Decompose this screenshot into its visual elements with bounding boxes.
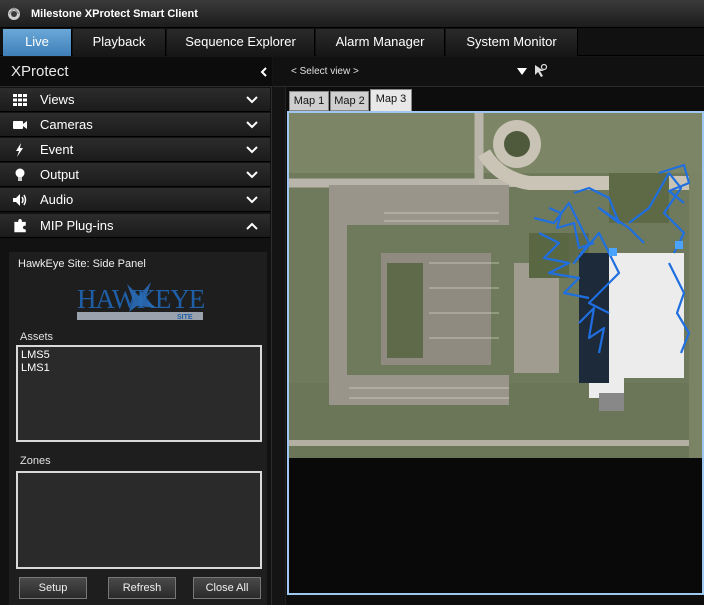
map-view[interactable] — [287, 111, 704, 595]
tab-alarm-manager[interactable]: Alarm Manager — [316, 29, 445, 56]
accordion-label: Views — [40, 92, 75, 107]
setup-mode-icon[interactable] — [532, 63, 548, 79]
close-all-button[interactable]: Close All — [193, 577, 261, 599]
tab-playback[interactable]: Playback — [73, 29, 166, 56]
view-workspace: < Select view > Map 1 Map 2 Map 3 — [273, 57, 704, 605]
tab-live[interactable]: Live — [3, 29, 72, 56]
main-tab-bar: Live Playback Sequence Explorer Alarm Ma… — [0, 28, 704, 56]
accordion-audio[interactable]: Audio — [0, 188, 270, 212]
setup-button[interactable]: Setup — [19, 577, 87, 599]
map-tab-2[interactable]: Map 2 — [330, 91, 369, 111]
assets-list[interactable]: LMS5 LMS1 — [16, 345, 262, 442]
app-logo-icon — [8, 7, 20, 20]
tab-sequence-explorer[interactable]: Sequence Explorer — [167, 29, 315, 56]
map-tab-1[interactable]: Map 1 — [289, 91, 329, 111]
zones-list[interactable] — [16, 471, 262, 569]
pane-header: XProtect — [0, 57, 272, 87]
accordion-cameras[interactable]: Cameras — [0, 113, 270, 137]
speaker-icon — [13, 194, 27, 206]
lightning-icon — [16, 143, 23, 157]
lightbulb-icon — [15, 168, 25, 181]
accordion-views[interactable]: Views — [0, 88, 270, 112]
view-toolbar: < Select view > — [273, 57, 704, 87]
chevron-up-icon — [246, 222, 258, 230]
refresh-button[interactable]: Refresh — [108, 577, 176, 599]
dropdown-arrow-icon[interactable] — [517, 68, 527, 75]
chevron-down-icon — [246, 121, 258, 129]
camera-icon — [13, 121, 27, 129]
chevron-down-icon — [246, 196, 258, 204]
accordion-output[interactable]: Output — [0, 163, 270, 187]
map-tab-3[interactable]: Map 3 — [370, 89, 412, 111]
map-tab-bar: Map 1 Map 2 Map 3 — [288, 89, 704, 111]
accordion-event[interactable]: Event — [0, 138, 270, 162]
accordion-mip-plugins[interactable]: MIP Plug-ins — [0, 214, 270, 238]
select-view-dropdown[interactable]: < Select view > — [291, 66, 359, 77]
accordion-label: MIP Plug-ins — [40, 218, 114, 233]
grid-icon — [13, 94, 27, 106]
accordion-label: Output — [40, 167, 80, 182]
satellite-map-image[interactable] — [289, 113, 702, 458]
tab-system-monitor[interactable]: System Monitor — [446, 29, 578, 56]
smart-client-window: Milestone XProtect Smart Client Live Pla… — [0, 0, 704, 605]
accordion-label: Event — [40, 142, 74, 157]
window-title: Milestone XProtect Smart Client — [31, 8, 198, 20]
left-pane: XProtect Views Cameras Event Output Audi… — [0, 57, 272, 605]
list-item[interactable]: LMS5 — [21, 349, 50, 361]
list-item[interactable]: LMS1 — [21, 362, 50, 374]
hawkeye-logo: HAWKEYE SITE — [77, 282, 206, 321]
assets-label: Assets — [20, 331, 54, 343]
puzzle-icon — [14, 219, 26, 233]
pane-title: XProtect — [11, 63, 69, 80]
collapse-pane-icon[interactable] — [260, 67, 268, 77]
left-scroll-strip[interactable] — [273, 87, 286, 605]
svg-text:SITE: SITE — [177, 314, 193, 321]
hawkeye-side-panel: HawkEye Site: Side Panel HAWKEYE SITE As… — [9, 252, 267, 605]
side-panel-title: HawkEye Site: Side Panel — [18, 258, 146, 270]
chevron-down-icon — [246, 171, 258, 179]
accordion-label: Audio — [40, 192, 74, 207]
chevron-down-icon — [246, 96, 258, 104]
chevron-down-icon — [246, 146, 258, 154]
accordion-label: Cameras — [40, 117, 93, 132]
title-bar: Milestone XProtect Smart Client — [0, 0, 704, 28]
zones-label: Zones — [20, 455, 51, 467]
